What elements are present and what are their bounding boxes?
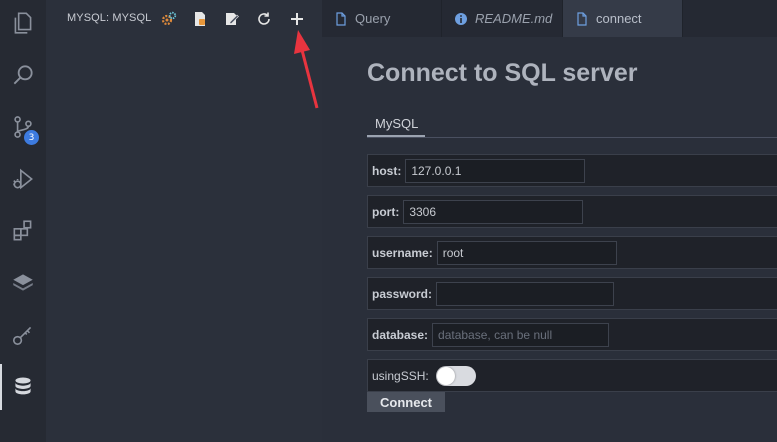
subtab-divider	[367, 137, 777, 138]
run-debug-icon[interactable]	[0, 156, 46, 202]
settings-icon[interactable]	[159, 9, 179, 29]
search-icon[interactable]	[0, 52, 46, 98]
tab-label: connect	[596, 11, 642, 26]
file-icon	[336, 11, 346, 26]
ssh-toggle[interactable]	[435, 365, 476, 386]
edit-file-icon[interactable]	[222, 9, 242, 29]
toggle-knob	[436, 366, 455, 385]
tab-label: README.md	[475, 11, 553, 26]
port-input[interactable]: 3306	[403, 199, 584, 224]
username-input[interactable]: root	[436, 240, 617, 265]
connect-button[interactable]: Connect	[367, 392, 445, 412]
refresh-icon[interactable]	[254, 9, 274, 29]
page-title: Connect to SQL server	[367, 59, 638, 87]
activity-bar: 3	[0, 0, 46, 442]
ssh-row: usingSSH:	[367, 359, 777, 392]
connect-panel: Connect to SQL server MySQL host: 127.0.…	[322, 37, 777, 442]
database-icon[interactable]	[0, 364, 46, 410]
tab-connect[interactable]: connect	[563, 0, 683, 37]
tab-readme[interactable]: README.md	[442, 0, 563, 37]
app-window: 3 MYSQL: MYSQL Query README.md connect C…	[0, 0, 777, 442]
ssh-label: usingSSH:	[372, 368, 429, 383]
new-file-icon[interactable]	[190, 9, 210, 29]
username-row: username: root	[367, 236, 777, 269]
stack-icon[interactable]	[0, 260, 46, 306]
sidebar-title: MYSQL: MYSQL	[67, 12, 152, 24]
host-label: host:	[372, 163, 402, 178]
port-label: port:	[372, 204, 400, 219]
password-label: password:	[372, 286, 433, 301]
editor-tabs: Query README.md connect	[322, 0, 777, 37]
username-label: username:	[372, 245, 433, 260]
sidebar: MYSQL: MYSQL	[46, 0, 322, 442]
host-input[interactable]: 127.0.0.1	[405, 158, 586, 183]
annotation-arrow-icon	[294, 30, 319, 109]
source-control-badge: 3	[24, 130, 39, 145]
password-input[interactable]	[436, 281, 615, 306]
host-row: host: 127.0.0.1	[367, 154, 777, 187]
file-icon	[577, 11, 587, 26]
files-icon[interactable]	[0, 0, 46, 46]
tab-query[interactable]: Query	[322, 0, 442, 37]
database-input[interactable]: database, can be null	[432, 322, 610, 347]
database-label: database:	[372, 327, 429, 342]
info-icon	[455, 12, 467, 25]
source-control-icon[interactable]: 3	[0, 104, 46, 150]
extensions-icon[interactable]	[0, 208, 46, 254]
tab-mysql[interactable]: MySQL	[367, 113, 425, 137]
tab-label: Query	[355, 11, 391, 26]
password-row: password:	[367, 277, 777, 310]
key-icon[interactable]	[0, 312, 46, 358]
database-row: database: database, can be null	[367, 318, 777, 351]
add-icon[interactable]	[287, 9, 307, 29]
port-row: port: 3306	[367, 195, 777, 228]
